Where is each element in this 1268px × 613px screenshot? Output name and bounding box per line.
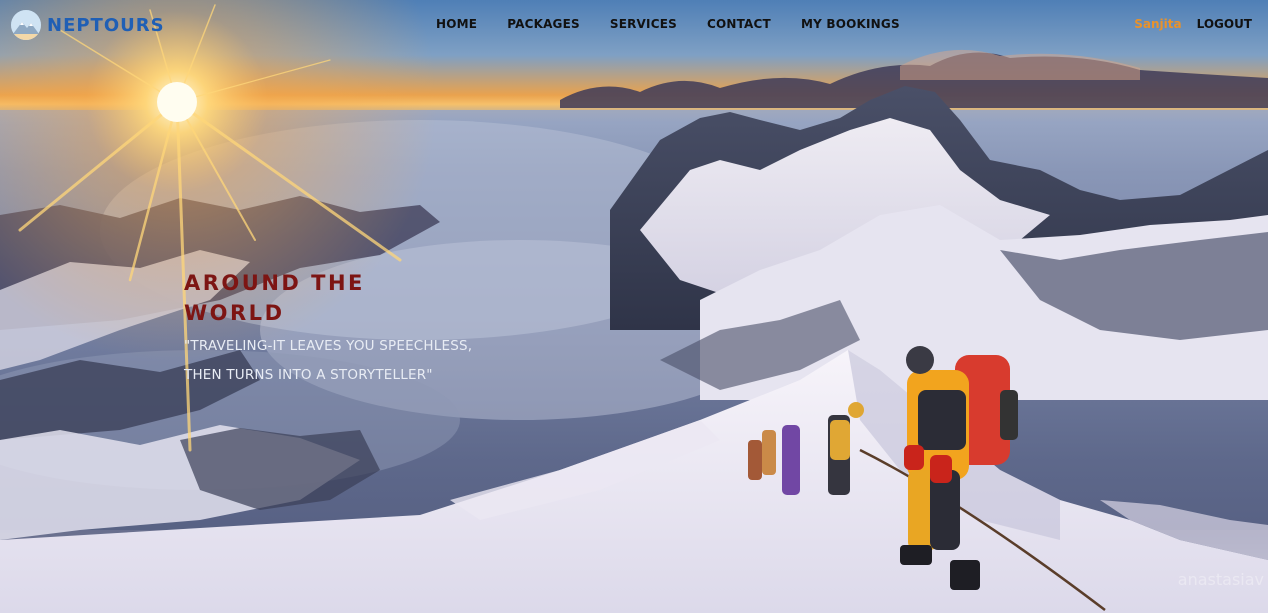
nav-contact-link[interactable]: CONTACT — [707, 17, 771, 31]
hero-headline-line2: WORLD — [184, 301, 285, 325]
logout-link[interactable]: LOGOUT — [1197, 17, 1252, 31]
nav-services-link[interactable]: SERVICES — [610, 17, 677, 31]
hero-quote-line1: "TRAVELING-IT LEAVES YOU SPEECHLESS, — [184, 338, 473, 354]
main-menu: HOME PACKAGES SERVICES CONTACT MY BOOKIN… — [436, 17, 930, 31]
nav-home-link[interactable]: HOME — [436, 17, 477, 31]
image-watermark: anastasiav — [1177, 570, 1264, 589]
user-name-link[interactable]: Sanjita — [1134, 17, 1181, 31]
hero-headline-line1: AROUND THE — [184, 271, 365, 295]
brand-logo[interactable]: NEPTOURS — [11, 10, 165, 40]
nav-my-bookings-link[interactable]: MY BOOKINGS — [801, 17, 900, 31]
user-area: Sanjita LOGOUT — [1134, 17, 1252, 31]
navbar: NEPTOURS HOME PACKAGES SERVICES CONTACT … — [0, 0, 1268, 50]
brand-name: NEPTOURS — [47, 14, 165, 36]
mountain-logo-icon — [11, 10, 41, 40]
hero-headline: AROUND THE WORLD — [184, 268, 404, 328]
hero-banner: NEPTOURS HOME PACKAGES SERVICES CONTACT … — [0, 0, 1268, 613]
nav-packages-link[interactable]: PACKAGES — [507, 17, 580, 31]
hero-quote-line2: THEN TURNS INTO A STORYTELLER" — [184, 367, 433, 383]
hero-quote: "TRAVELING-IT LEAVES YOU SPEECHLESS, THE… — [184, 332, 504, 390]
